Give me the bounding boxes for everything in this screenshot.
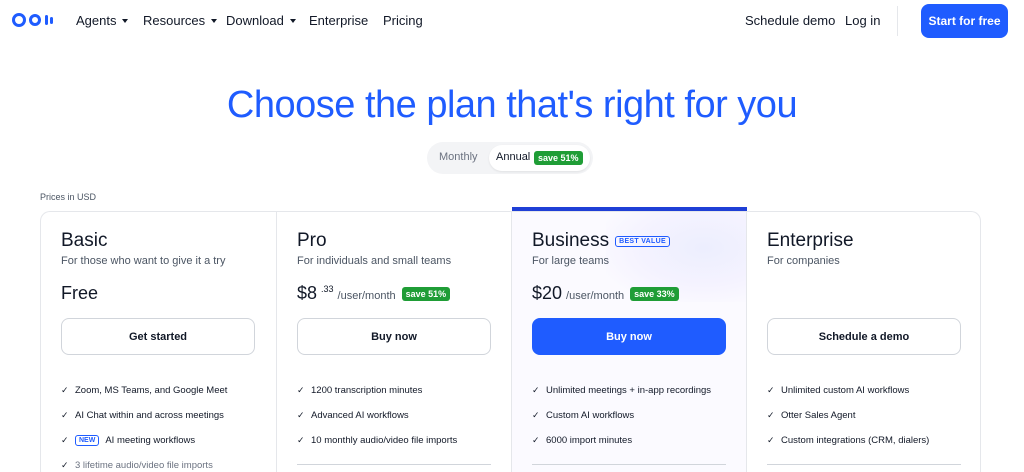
- get-started-button[interactable]: Get started: [61, 318, 255, 355]
- chevron-down-icon: [211, 18, 218, 23]
- feature-list: ✓ Zoom, MS Teams, and Google Meet ✓ AI Cha…: [61, 378, 227, 472]
- annual-label: Annual: [496, 151, 531, 163]
- list-item: ✓ Custom integrations (CRM, dialers): [767, 435, 930, 446]
- divider: [297, 464, 491, 465]
- check-icon: ✓: [767, 435, 775, 445]
- check-icon: ✓: [532, 385, 540, 395]
- schedule-a-demo-button[interactable]: Schedule a demo: [767, 318, 961, 355]
- list-item: ✓ 10 monthly audio/video file imports: [297, 435, 458, 446]
- monthly-option[interactable]: Monthly: [439, 151, 478, 163]
- annual-option[interactable]: Annual save 51%: [489, 145, 590, 171]
- best-value-badge: BEST VALUE: [615, 235, 670, 247]
- check-icon: ✓: [297, 435, 305, 445]
- check-icon: ✓: [532, 435, 540, 445]
- logo-bar-icon: [45, 15, 48, 25]
- plan-card-business: Business BEST VALUE For large teams $20 /…: [511, 207, 747, 472]
- check-icon: ✓: [61, 410, 69, 420]
- plan-name: Business BEST VALUE: [532, 230, 670, 252]
- price-period: /user/month: [337, 290, 396, 302]
- plan-price: $20 /user/month save 33%: [532, 283, 679, 304]
- buy-now-button[interactable]: Buy now: [532, 318, 726, 355]
- list-item: ✓ AI Chat within and across meetings: [61, 410, 224, 421]
- schedule-demo-link[interactable]: Schedule demo: [745, 13, 835, 28]
- list-item: ✓ NEW AI meeting workflows: [61, 435, 196, 446]
- nav-agents[interactable]: Agents: [76, 13, 129, 28]
- feature-list: ✓ Unlimited custom AI workflows ✓ Otter Sa…: [767, 378, 929, 453]
- plan-name: Basic: [61, 230, 108, 251]
- nav-divider: [897, 6, 898, 36]
- plan-card-pro: Pro For individuals and small teams $8.3…: [276, 212, 511, 472]
- check-icon: ✓: [61, 460, 69, 470]
- currency-note: Prices in USD: [40, 192, 97, 202]
- plan-name: Pro: [297, 230, 327, 251]
- check-icon: ✓: [297, 410, 305, 420]
- plan-price: $8.33 /user/month save 51%: [297, 283, 451, 304]
- list-item: ✓ Unlimited custom AI workflows: [767, 385, 910, 396]
- plan-description: For companies: [767, 255, 840, 267]
- plan-card-basic: Basic For those who want to give it a tr…: [41, 212, 276, 472]
- highlight-bar: [512, 207, 747, 211]
- save-badge: save 51%: [401, 287, 451, 301]
- login-link[interactable]: Log in: [845, 13, 880, 28]
- chevron-down-icon: [122, 18, 129, 23]
- price-cents: .33: [321, 284, 334, 294]
- list-item: ✓ 1200 transcription minutes: [297, 385, 423, 396]
- list-item: ✓ 3 lifetime audio/video file imports: [61, 460, 213, 471]
- logo-circle-icon: [12, 13, 26, 27]
- logo-bar-icon: [50, 16, 53, 24]
- nav-download[interactable]: Download: [226, 13, 296, 28]
- page-title: Choose the plan that's right for you: [226, 84, 798, 126]
- plan-description: For those who want to give it a try: [61, 255, 226, 267]
- check-icon: ✓: [767, 385, 775, 395]
- check-icon: ✓: [61, 435, 69, 445]
- price-amount: Free: [61, 283, 99, 303]
- plan-name: Enterprise: [767, 230, 854, 251]
- nav-enterprise[interactable]: Enterprise: [309, 13, 368, 28]
- plan-description: For large teams: [532, 255, 610, 267]
- price-amount: $8: [297, 283, 318, 303]
- divider: [767, 464, 961, 465]
- divider: [532, 464, 726, 465]
- top-nav: Agents Resources Download Enterprise Pri…: [0, 0, 1024, 42]
- pricing-cards: Basic For those who want to give it a tr…: [40, 207, 981, 472]
- buy-now-button[interactable]: Buy now: [297, 318, 491, 355]
- nav-resources[interactable]: Resources: [143, 13, 218, 28]
- billing-toggle: Monthly Annual save 51%: [427, 142, 593, 174]
- list-item: ✓ Unlimited meetings + in-app recordings: [532, 385, 712, 396]
- list-item: ✓ Zoom, MS Teams, and Google Meet: [61, 385, 228, 396]
- list-item: ✓ Custom AI workflows: [532, 410, 635, 421]
- check-icon: ✓: [532, 410, 540, 420]
- price-period: /user/month: [566, 290, 625, 302]
- nav-pricing[interactable]: Pricing: [383, 13, 423, 28]
- logo-circle-icon: [29, 14, 41, 26]
- list-item: ✓ Otter Sales Agent: [767, 410, 856, 421]
- otter-logo[interactable]: [12, 13, 53, 27]
- check-icon: ✓: [297, 385, 305, 395]
- feature-list: ✓ 1200 transcription minutes ✓ Advanced AI…: [297, 378, 457, 453]
- start-for-free-button[interactable]: Start for free: [921, 4, 1008, 38]
- plan-description: For individuals and small teams: [297, 255, 452, 267]
- list-item: ✓ 6000 import minutes: [532, 435, 633, 446]
- annual-save-badge: save 51%: [534, 151, 583, 165]
- plan-price: Free: [61, 283, 98, 304]
- list-item: ✓ Advanced AI workflows: [297, 410, 409, 421]
- new-badge: NEW: [75, 435, 100, 446]
- check-icon: ✓: [767, 410, 775, 420]
- save-badge: save 33%: [630, 287, 679, 301]
- feature-list: ✓ Unlimited meetings + in-app recordings …: [532, 378, 711, 453]
- chevron-down-icon: [289, 18, 296, 23]
- price-amount: $20: [532, 283, 563, 303]
- check-icon: ✓: [61, 385, 69, 395]
- plan-card-enterprise: Enterprise For companies Schedule a demo…: [746, 212, 981, 472]
